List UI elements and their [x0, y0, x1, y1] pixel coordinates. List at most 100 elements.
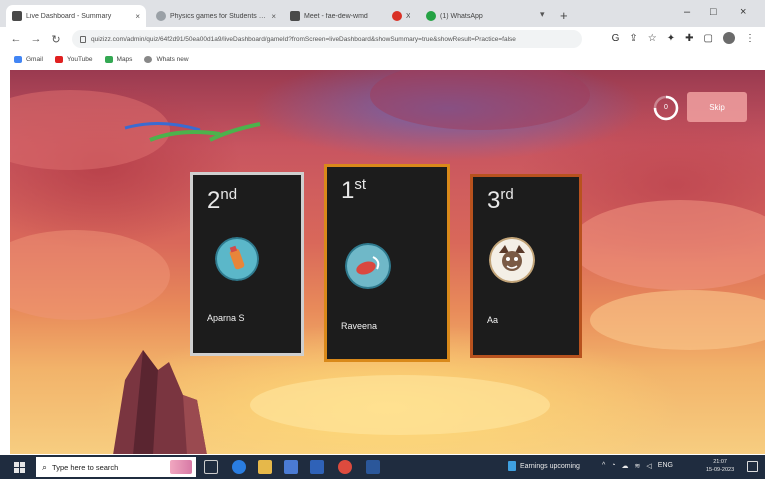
meet-favicon-icon	[290, 11, 300, 21]
reload-icon[interactable]: ↻	[46, 33, 66, 46]
close-window-button[interactable]: ×	[740, 6, 746, 18]
clock-date: 15-09-2023	[706, 467, 735, 473]
bookmark-maps[interactable]: Maps	[104, 55, 132, 63]
tab-meet[interactable]: Meet - fae-dew-wmd	[284, 5, 382, 27]
quizizz-favicon-icon	[156, 11, 166, 21]
news-icon	[508, 461, 516, 471]
mail-icon[interactable]	[310, 460, 324, 474]
record-icon	[392, 11, 402, 21]
store-icon[interactable]	[284, 460, 298, 474]
forward-arrow-icon[interactable]: →	[26, 33, 46, 45]
new-tab-button[interactable]: +	[560, 8, 568, 23]
windows-start-icon[interactable]	[14, 462, 25, 473]
tab-label: Meet - fae-dew-wmd	[304, 12, 368, 20]
bookmark-label: YouTube	[66, 55, 93, 63]
podium-card-third: 3rd Aa	[470, 174, 582, 358]
extension-icon[interactable]: ✦	[667, 33, 675, 44]
rank-label: 3rd	[487, 186, 514, 213]
podium-card-first: 1st Raveena	[324, 164, 450, 362]
tab-physics-games[interactable]: Physics games for Students - Qu ×	[150, 5, 282, 27]
tab-close-icon[interactable]: ×	[271, 12, 276, 21]
share-icon[interactable]: ⇪	[629, 33, 637, 44]
cloud-shape	[250, 375, 550, 435]
tab-label: Physics games for Students - Qu	[170, 12, 268, 20]
address-bar[interactable]: quizizz.com/admin/quiz/64f2d91/50ea00d1a…	[72, 30, 582, 48]
tab-recording[interactable]: X	[386, 5, 416, 27]
dashboard-favicon-icon	[12, 11, 22, 21]
tab-strip: Live Dashboard - Summary × Physics games…	[0, 0, 765, 27]
cloud-shape	[590, 290, 765, 350]
search-highlight-image	[170, 460, 192, 474]
language-indicator[interactable]: ENG	[658, 462, 673, 470]
menu-kebab-icon[interactable]: ⋮	[745, 33, 755, 44]
rank-number: 2	[207, 187, 221, 214]
tab-close-icon[interactable]: ×	[135, 12, 140, 21]
leaderboard-stage: 0 Skip 2nd Aparna S 1st Raveena 3rd Aa	[10, 70, 765, 454]
cloud-shape	[10, 230, 170, 320]
chrome-icon[interactable]	[338, 460, 352, 474]
edge-icon[interactable]	[232, 460, 246, 474]
player-avatar	[215, 237, 259, 281]
weather-text: Earnings upcoming	[520, 462, 580, 470]
rank-label: 1st	[341, 176, 367, 204]
notification-icon[interactable]	[747, 461, 758, 472]
cloud-shape	[370, 70, 590, 130]
bookmark-youtube[interactable]: YouTube	[54, 55, 93, 63]
back-arrow-icon[interactable]: ←	[6, 33, 26, 45]
tab-label: Live Dashboard - Summary	[26, 12, 112, 20]
player-name: Raveena	[341, 321, 378, 331]
rank-suffix: rd	[500, 186, 514, 203]
rank-label: 2nd	[207, 186, 238, 214]
skip-button[interactable]: Skip	[687, 92, 747, 122]
clock-time: 21:07	[713, 459, 727, 465]
bookmarks-bar: Gmail YouTube Maps Whats new	[0, 51, 765, 67]
rank-number: 1	[341, 177, 355, 204]
rank-suffix: nd	[220, 186, 238, 203]
gmail-icon	[14, 55, 22, 63]
search-icon: ⌕	[42, 461, 48, 472]
whatsapp-favicon-icon	[426, 11, 436, 21]
tray-chevron-icon[interactable]: ^	[602, 462, 605, 470]
file-explorer-icon[interactable]	[258, 460, 272, 474]
rock-formation-icon	[113, 350, 207, 454]
google-lens-icon[interactable]: G	[612, 33, 620, 44]
bookmark-label: Whats new	[156, 55, 189, 63]
bookmark-whats-new[interactable]: Whats new	[144, 55, 189, 63]
rank-suffix: st	[354, 176, 367, 193]
bookmark-star-icon[interactable]: ☆	[648, 33, 657, 44]
tab-label: (1) WhatsApp	[440, 12, 483, 20]
task-view-icon[interactable]	[204, 460, 218, 474]
cloud-shape	[570, 200, 765, 290]
tab-live-dashboard[interactable]: Live Dashboard - Summary ×	[6, 5, 146, 27]
whats-new-icon	[144, 55, 153, 63]
windows-taskbar: ⌕ Type here to search Earnings upcoming …	[0, 455, 765, 479]
timer-value: 0	[664, 104, 668, 111]
player-avatar	[489, 237, 535, 283]
player-name: Aparna S	[207, 313, 245, 323]
tab-whatsapp[interactable]: (1) WhatsApp	[420, 5, 530, 27]
bookmark-gmail[interactable]: Gmail	[14, 55, 43, 63]
minimize-button[interactable]: –	[684, 6, 690, 18]
cloud-icon[interactable]: ☁	[622, 462, 629, 470]
wifi-icon[interactable]: ≋	[635, 462, 641, 470]
network-icon[interactable]: ◔	[611, 462, 615, 470]
weather-widget[interactable]: Earnings upcoming	[508, 461, 580, 471]
browser-toolbar: ← → ↻ quizizz.com/admin/quiz/64f2d91/50e…	[0, 27, 765, 51]
taskbar-search-box[interactable]: ⌕ Type here to search	[36, 457, 196, 477]
lock-icon	[80, 35, 86, 43]
maps-icon	[104, 55, 113, 63]
player-name: Aa	[487, 315, 499, 325]
player-avatar	[345, 243, 391, 289]
toolbar-icons: G ⇪ ☆ ✦ ✚ ▢ ⋮	[612, 32, 755, 44]
maximize-button[interactable]: □	[710, 6, 717, 18]
podium-card-second: 2nd Aparna S	[190, 172, 304, 356]
puzzle-icon[interactable]: ✚	[685, 33, 693, 44]
volume-icon[interactable]: ◁	[646, 462, 651, 470]
word-icon[interactable]	[366, 460, 380, 474]
taskbar-clock[interactable]: 21:07 15-09-2023	[706, 458, 734, 474]
profile-avatar[interactable]	[723, 32, 735, 44]
tab-search-chevron-icon[interactable]: ▾	[540, 9, 545, 20]
sidebar-icon[interactable]: ▢	[704, 33, 713, 44]
tab-label: X	[406, 13, 410, 20]
system-tray: ^ ◔ ☁ ≋ ◁ ENG	[602, 462, 673, 470]
